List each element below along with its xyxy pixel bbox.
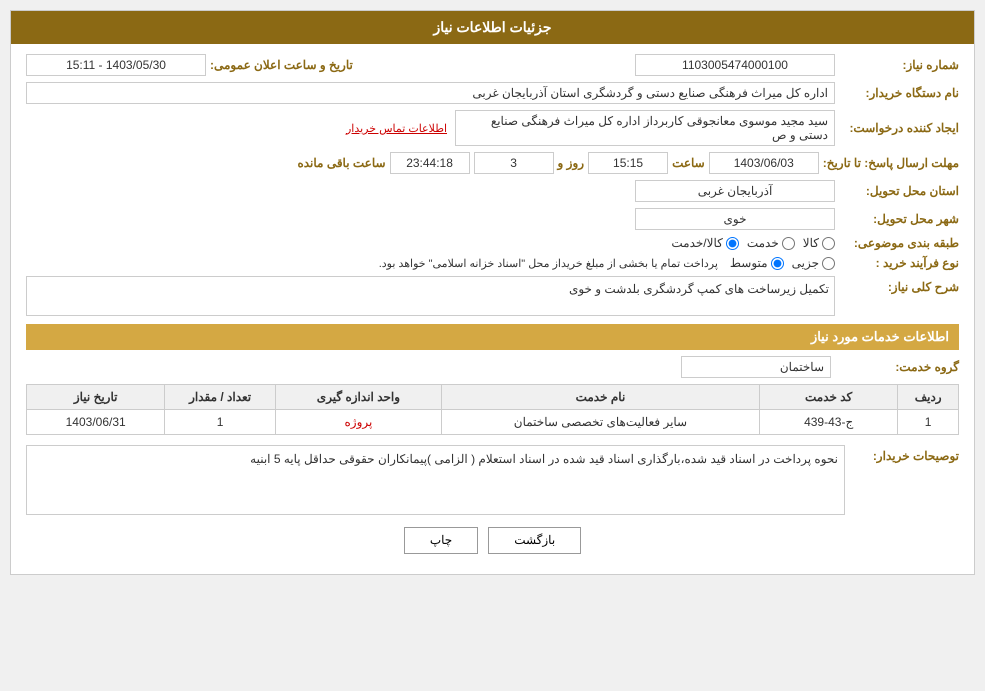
cell-code: ج-43-439 <box>759 410 897 435</box>
category-both: کالا/خدمت <box>671 236 738 250</box>
city-value: خوی <box>635 208 835 230</box>
need-desc-label: شرح کلی نیاز: <box>839 276 959 294</box>
buyer-notes-value: نحوه پرداخت در اسناد قید شده،بارگذاری اس… <box>26 445 845 515</box>
buttons-row: بازگشت چاپ <box>26 527 959 554</box>
deadline-date: 1403/06/03 <box>709 152 819 174</box>
col-date: تاریخ نیاز <box>27 385 165 410</box>
city-label: شهر محل تحویل: <box>839 212 959 226</box>
back-button[interactable]: بازگشت <box>488 527 581 554</box>
deadline-day-label: روز و <box>558 156 585 170</box>
group-label: گروه خدمت: <box>839 360 959 374</box>
category-row: طبقه بندی موضوعی: کالا خدمت کالا/خدمت <box>26 236 959 250</box>
col-code: کد خدمت <box>759 385 897 410</box>
deadline-days: 3 <box>474 152 554 174</box>
category-both-label: کالا/خدمت <box>671 236 722 250</box>
need-desc-value: تکمیل زیرساخت های کمپ گردشگری بلدشت و خو… <box>26 276 835 316</box>
table-header-row: ردیف کد خدمت نام خدمت واحد اندازه گیری ت… <box>27 385 959 410</box>
province-value: آذربایجان غربی <box>635 180 835 202</box>
col-row: ردیف <box>898 385 959 410</box>
category-kala-radio[interactable] <box>822 237 835 250</box>
main-container: جزئیات اطلاعات نیاز شماره نیاز: 11030054… <box>10 10 975 575</box>
purchase-jozii-radio[interactable] <box>822 257 835 270</box>
purchase-note: پرداخت تمام یا بخشی از مبلغ خریداز محل "… <box>379 257 718 270</box>
need-desc-row: شرح کلی نیاز: تکمیل زیرساخت های کمپ گردش… <box>26 276 959 316</box>
buyer-notes-label: توصیحات خریدار: <box>849 445 959 463</box>
cell-unit: پروژه <box>275 410 441 435</box>
category-service-radio[interactable] <box>782 237 795 250</box>
col-qty: تعداد / مقدار <box>165 385 276 410</box>
group-value: ساختمان <box>681 356 831 378</box>
cell-qty: 1 <box>165 410 276 435</box>
content-area: شماره نیاز: 1103005474000100 تاریخ و ساع… <box>11 44 974 574</box>
need-number-label: شماره نیاز: <box>839 58 959 72</box>
col-unit: واحد اندازه گیری <box>275 385 441 410</box>
announce-value: 1403/05/30 - 15:11 <box>26 54 206 76</box>
purchase-jozii-label: جزیی <box>792 256 819 270</box>
purchase-type-label: نوع فرآیند خرید : <box>839 256 959 270</box>
creator-contact-link[interactable]: اطلاعات تماس خریدار <box>346 122 447 135</box>
deadline-time-label: ساعت <box>672 156 705 170</box>
org-name-row: نام دستگاه خریدار: اداره کل میراث فرهنگی… <box>26 82 959 104</box>
creator-row: ایجاد کننده درخواست: سید مجید موسوی معان… <box>26 110 959 146</box>
page-title: جزئیات اطلاعات نیاز <box>11 11 974 44</box>
category-kala-label: کالا <box>803 236 819 250</box>
col-name: نام خدمت <box>441 385 759 410</box>
buyer-notes-text: نحوه پرداخت در اسناد قید شده،بارگذاری اس… <box>250 452 838 466</box>
category-service: خدمت <box>747 236 795 250</box>
category-service-label: خدمت <box>747 236 779 250</box>
creator-value: سید مجید موسوی معانجوقی کاربرداز اداره ک… <box>455 110 835 146</box>
services-table: ردیف کد خدمت نام خدمت واحد اندازه گیری ت… <box>26 384 959 435</box>
cell-name: سایر فعالیت‌های تخصصی ساختمان <box>441 410 759 435</box>
buyer-notes-row: توصیحات خریدار: نحوه پرداخت در اسناد قید… <box>26 445 959 515</box>
province-row: استان محل تحویل: آذربایجان غربی <box>26 180 959 202</box>
deadline-remaining: 23:44:18 <box>390 152 470 174</box>
purchase-motavasset: متوسط <box>730 256 784 270</box>
purchase-motavasset-label: متوسط <box>730 256 768 270</box>
need-number-value: 1103005474000100 <box>635 54 835 76</box>
org-name-value: اداره کل میراث فرهنگی صنایع دستی و گردشگ… <box>26 82 835 104</box>
category-radio-group: کالا خدمت کالا/خدمت <box>671 236 835 250</box>
deadline-remaining-label: ساعت باقی مانده <box>297 156 385 170</box>
group-row: گروه خدمت: ساختمان <box>26 356 959 378</box>
category-kala: کالا <box>803 236 835 250</box>
need-number-row: شماره نیاز: 1103005474000100 تاریخ و ساع… <box>26 54 959 76</box>
category-both-radio[interactable] <box>726 237 739 250</box>
cell-date: 1403/06/31 <box>27 410 165 435</box>
cell-row: 1 <box>898 410 959 435</box>
deadline-time: 15:15 <box>588 152 668 174</box>
print-button[interactable]: چاپ <box>404 527 478 554</box>
city-row: شهر محل تحویل: خوی <box>26 208 959 230</box>
org-name-label: نام دستگاه خریدار: <box>839 86 959 100</box>
need-desc-text: تکمیل زیرساخت های کمپ گردشگری بلدشت و خو… <box>569 282 829 296</box>
page-wrapper: جزئیات اطلاعات نیاز شماره نیاز: 11030054… <box>0 0 985 691</box>
deadline-label: مهلت ارسال پاسخ: تا تاریخ: <box>823 156 959 170</box>
purchase-motavasset-radio[interactable] <box>771 257 784 270</box>
province-label: استان محل تحویل: <box>839 184 959 198</box>
creator-label: ایجاد کننده درخواست: <box>839 121 959 135</box>
category-label: طبقه بندی موضوعی: <box>839 236 959 250</box>
announce-label: تاریخ و ساعت اعلان عمومی: <box>210 58 353 72</box>
table-row: 1 ج-43-439 سایر فعالیت‌های تخصصی ساختمان… <box>27 410 959 435</box>
deadline-row: مهلت ارسال پاسخ: تا تاریخ: 1403/06/03 سا… <box>26 152 959 174</box>
services-section-title: اطلاعات خدمات مورد نیاز <box>26 324 959 350</box>
purchase-type-row: نوع فرآیند خرید : جزیی متوسط پرداخت تمام… <box>26 256 959 270</box>
purchase-type-radio-group: جزیی متوسط <box>730 256 835 270</box>
purchase-jozii: جزیی <box>792 256 835 270</box>
